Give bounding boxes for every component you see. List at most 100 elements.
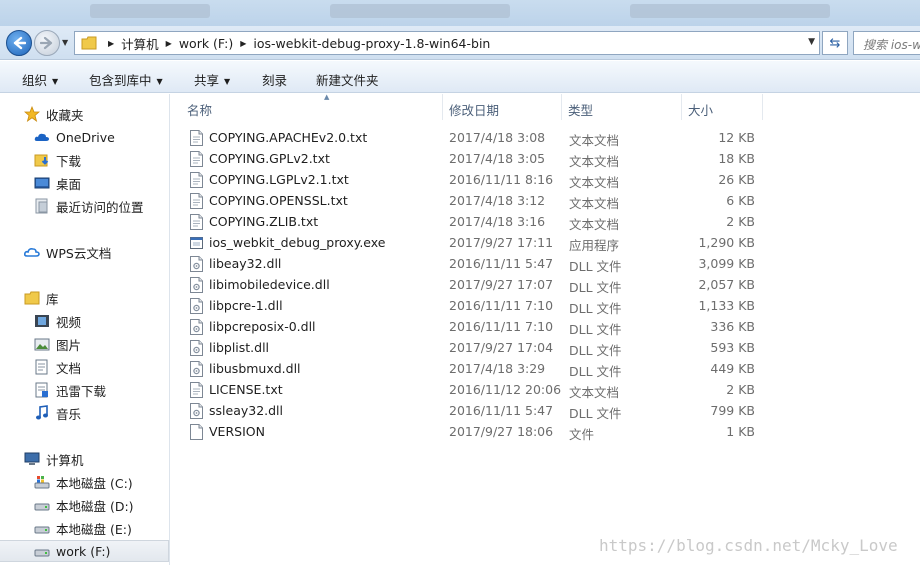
file-row[interactable]: libpcreposix-0.dll 2016/11/11 7:10 DLL 文件 3… (187, 316, 767, 337)
sidebar-item-drive-c[interactable]: 本地磁盘 (C:) (0, 471, 169, 493)
sidebar-item-computer[interactable]: 计算机 (0, 448, 169, 470)
sidebar-label: 本地磁盘 (E:) (56, 521, 132, 537)
burn-button[interactable]: 刻录 (262, 70, 287, 89)
breadcrumb-separator[interactable]: ▶ (166, 39, 172, 48)
file-row[interactable]: ssleay32.dll 2016/11/11 5:47 DLL 文件 799 KB (187, 400, 767, 421)
breadcrumb-separator[interactable]: ▶ (240, 39, 246, 48)
file-type: 文件 (569, 427, 595, 442)
file-type: 文本文档 (569, 217, 620, 232)
file-type: 文本文档 (569, 133, 620, 148)
star-icon (24, 106, 40, 122)
column-divider[interactable] (442, 94, 443, 120)
sidebar-item-videos[interactable]: 视频 (0, 310, 169, 332)
file-size: 3,099 KB (698, 256, 755, 271)
forward-button[interactable] (34, 30, 60, 56)
file-row[interactable]: COPYING.LGPLv2.1.txt 2016/11/11 8:16 文本文档 2… (187, 169, 767, 190)
file-row[interactable]: COPYING.GPLv2.txt 2017/4/18 3:05 文本文档 18 KB (187, 148, 767, 169)
file-row[interactable]: libplist.dll 2017/9/27 17:04 DLL 文件 593 KB (187, 337, 767, 358)
file-row[interactable]: ios_webkit_debug_proxy.exe 2017/9/27 17:1… (187, 232, 767, 253)
document-icon (35, 359, 48, 375)
file-type: DLL 文件 (569, 259, 622, 274)
sidebar-item-favorites[interactable]: 收藏夹 (0, 103, 169, 125)
column-header-type[interactable]: 类型 (568, 94, 680, 120)
sidebar-label: 收藏夹 (46, 107, 84, 123)
arrow-left-icon (13, 36, 26, 50)
file-size: 26 KB (718, 172, 755, 187)
sidebar-item-drive-e[interactable]: 本地磁盘 (E:) (0, 517, 169, 539)
blurred-tab (330, 4, 510, 18)
file-name: COPYING.GPLv2.txt (209, 151, 330, 166)
sidebar-item-onedrive[interactable]: OneDrive (0, 126, 169, 148)
file-type: 文本文档 (569, 196, 620, 211)
file-size: 2 KB (726, 214, 755, 229)
file-date: 2017/4/18 3:16 (449, 214, 546, 229)
new-folder-button[interactable]: 新建文件夹 (316, 70, 379, 89)
address-bar[interactable]: ▶ 计算机 ▶ work (F:) ▶ ios-webkit-debug-pro… (74, 31, 820, 55)
sidebar-label: 迅雷下载 (56, 383, 107, 399)
file-type: DLL 文件 (569, 301, 622, 316)
column-divider[interactable] (561, 94, 562, 120)
file-name: LICENSE.txt (209, 382, 283, 397)
file-row[interactable]: VERSION 2017/9/27 18:06 文件 1 KB (187, 421, 767, 442)
file-type: 应用程序 (569, 238, 620, 253)
file-row[interactable]: libimobiledevice.dll 2017/9/27 17:07 DLL 文… (187, 274, 767, 295)
sidebar-item-drive-f[interactable]: work (F:) (0, 540, 169, 562)
sidebar-item-downloads[interactable]: 下载 (0, 149, 169, 171)
file-row[interactable]: LICENSE.txt 2016/11/12 20:06 文本文档 2 KB (187, 379, 767, 400)
file-row[interactable]: COPYING.OPENSSL.txt 2017/4/18 3:12 文本文档 6 K… (187, 190, 767, 211)
file-size: 2,057 KB (698, 277, 755, 292)
search-input[interactable]: 搜索 ios-w (853, 31, 920, 55)
file-row[interactable]: libpcre-1.dll 2016/11/11 7:10 DLL 文件 1,133 … (187, 295, 767, 316)
file-row[interactable]: libusbmuxd.dll 2017/4/18 3:29 DLL 文件 449 KB (187, 358, 767, 379)
sidebar-item-recent[interactable]: 最近访问的位置 (0, 195, 169, 217)
sidebar-item-drive-d[interactable]: 本地磁盘 (D:) (0, 494, 169, 516)
column-divider[interactable] (762, 94, 763, 120)
file-row[interactable]: COPYING.APACHEv2.0.txt 2017/4/18 3:08 文本文档… (187, 127, 767, 148)
file-type: 文本文档 (569, 154, 620, 169)
sidebar-item-music[interactable]: 音乐 (0, 402, 169, 424)
file-date: 2016/11/12 20:06 (449, 382, 562, 397)
file-size: 1 KB (726, 424, 755, 439)
refresh-button[interactable]: ⇆ (822, 31, 848, 55)
breadcrumb-separator[interactable]: ▶ (108, 39, 114, 48)
column-header-name[interactable]: 名称 ▲ (187, 93, 442, 120)
back-button[interactable] (6, 30, 32, 56)
breadcrumb-drive[interactable]: work (F:) (179, 36, 233, 51)
recent-pages-dropdown[interactable]: ▼ (62, 38, 68, 47)
include-in-library-menu[interactable]: 包含到库中 ▼ (89, 70, 163, 89)
folder-icon (81, 36, 97, 50)
sidebar-item-desktop[interactable]: 桌面 (0, 172, 169, 194)
column-header-size[interactable]: 大小 (688, 94, 762, 120)
file-size: 1,133 KB (698, 298, 755, 313)
column-divider[interactable] (681, 94, 682, 120)
sidebar-label: 本地磁盘 (C:) (56, 475, 133, 491)
file-date: 2017/4/18 3:05 (449, 151, 546, 166)
organize-menu[interactable]: 组织 ▼ (22, 70, 58, 89)
file-date: 2017/9/27 17:11 (449, 235, 554, 250)
sidebar-item-libraries[interactable]: 库 (0, 287, 169, 309)
drive-icon (34, 549, 50, 557)
sidebar-item-thunder[interactable]: 迅雷下载 (0, 379, 169, 401)
organize-label: 组织 (22, 73, 48, 88)
sidebar-label: 库 (46, 291, 59, 307)
file-row[interactable]: libeay32.dll 2016/11/11 5:47 DLL 文件 3,099 K… (187, 253, 767, 274)
sidebar-item-pictures[interactable]: 图片 (0, 333, 169, 355)
file-name: libusbmuxd.dll (209, 361, 301, 376)
chevron-down-icon: ▼ (52, 77, 59, 86)
sidebar-item-wps[interactable]: WPS云文档 (0, 241, 169, 263)
address-history-dropdown[interactable]: ▼ (808, 37, 815, 47)
share-menu[interactable]: 共享 ▼ (194, 70, 230, 89)
sidebar-item-documents[interactable]: 文档 (0, 356, 169, 378)
sort-ascending-icon: ▲ (324, 93, 330, 101)
file-size: 799 KB (710, 403, 755, 418)
breadcrumb-computer[interactable]: 计算机 (121, 34, 159, 53)
breadcrumb-folder[interactable]: ios-webkit-debug-proxy-1.8-win64-bin (253, 36, 490, 51)
cloud-icon (34, 133, 49, 141)
chevron-down-icon: ▼ (156, 77, 163, 86)
column-header-modified[interactable]: 修改日期 (449, 94, 561, 120)
file-name: libpcre-1.dll (209, 298, 283, 313)
arrow-right-icon (40, 36, 53, 50)
file-row[interactable]: COPYING.ZLIB.txt 2017/4/18 3:16 文本文档 2 KB (187, 211, 767, 232)
file-date: 2017/4/18 3:29 (449, 361, 546, 376)
sidebar-label: 计算机 (46, 452, 84, 468)
